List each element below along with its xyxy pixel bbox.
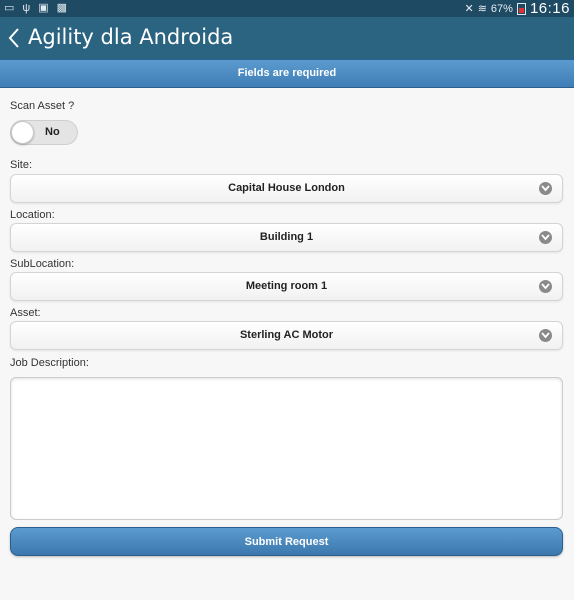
required-banner: Fields are required — [0, 59, 574, 88]
wifi-icon: ≋ — [477, 3, 487, 15]
clock: 16:16 — [529, 0, 570, 17]
location-value: Building 1 — [259, 231, 314, 243]
notification-icons: ▭ ψ ▣ ▩ — [4, 1, 67, 15]
sublocation-label: SubLocation: — [10, 258, 75, 270]
location-label: Location: — [10, 209, 55, 221]
asset-value: Sterling AC Motor — [239, 329, 334, 341]
site-select[interactable]: Capital House London — [10, 174, 563, 203]
action-bar: Agility dla Androida — [0, 17, 574, 59]
usb-icon: ψ — [22, 2, 31, 14]
app-title: Agility dla Androida — [28, 25, 234, 49]
battery-icon — [516, 2, 526, 15]
chevron-down-icon — [539, 231, 552, 244]
sublocation-select[interactable]: Meeting room 1 — [10, 272, 563, 301]
asset-select[interactable]: Sterling AC Motor — [10, 321, 563, 350]
mute-icon: ✕ — [464, 3, 474, 15]
scan-asset-toggle[interactable]: No — [10, 120, 78, 145]
asset-label: Asset: — [10, 307, 41, 319]
job-description-input[interactable] — [10, 377, 563, 520]
job-description-label: Job Description: — [10, 357, 89, 369]
chevron-down-icon — [539, 329, 552, 342]
sublocation-value: Meeting room 1 — [245, 280, 328, 292]
chevron-left-icon[interactable] — [6, 26, 22, 50]
cast-icon: ▭ — [4, 2, 15, 14]
system-icons: ✕ ≋ 67% 16:16 — [464, 0, 570, 17]
chevron-down-icon — [539, 280, 552, 293]
banner-text: Fields are required — [237, 67, 337, 79]
site-value: Capital House London — [228, 182, 345, 194]
location-select[interactable]: Building 1 — [10, 223, 563, 252]
chevron-down-icon — [539, 182, 552, 195]
scan-asset-label: Scan Asset ? — [10, 100, 75, 112]
screenshot-icon: ▣ — [38, 2, 49, 14]
toggle-value: No — [45, 126, 60, 138]
site-label: Site: — [10, 159, 33, 171]
battery-percent: 67% — [490, 2, 513, 15]
toggle-knob — [11, 121, 34, 144]
image-icon: ▩ — [56, 2, 68, 14]
submit-request-button[interactable]: Submit Request — [10, 527, 563, 556]
status-bar: ▭ ψ ▣ ▩ ✕ ≋ 67% 16:16 — [0, 0, 574, 17]
